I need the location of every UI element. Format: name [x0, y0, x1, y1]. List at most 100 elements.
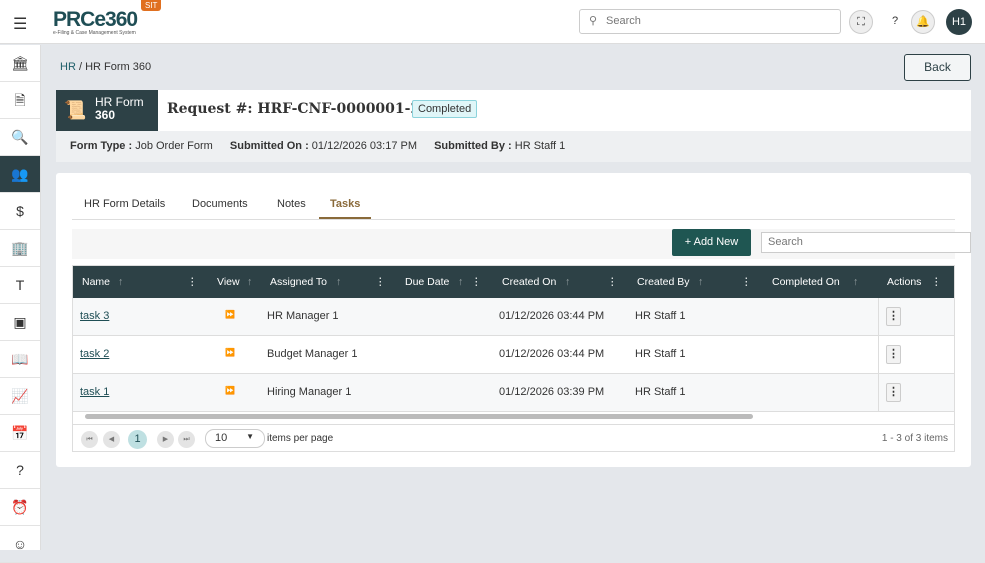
prev-page-icon[interactable]: ◀ — [103, 431, 120, 448]
status-badge: Completed — [412, 100, 478, 118]
chart-icon[interactable]: 📈 — [0, 378, 40, 415]
created-by: HR Staff 1 — [635, 310, 686, 322]
money-icon[interactable]: $ — [0, 193, 40, 230]
form-type-label: Form Type : — [70, 140, 133, 152]
assigned-to: Budget Manager 1 — [267, 348, 358, 360]
add-new-button[interactable]: + Add New — [672, 229, 751, 256]
content-card: HR Form Details Documents Notes Tasks + … — [56, 173, 971, 467]
building-icon[interactable]: 🏢 — [0, 230, 40, 267]
request-number: HRF-CNF-0000001-26 — [257, 101, 430, 117]
logo: PRCe360 — [53, 8, 138, 31]
submitted-on-label: Submitted On : — [229, 140, 309, 152]
avatar[interactable]: H1 — [946, 9, 972, 35]
breadcrumb-current: HR Form 360 — [85, 61, 152, 73]
menu-icon[interactable]: ☰ — [13, 14, 27, 34]
help-icon[interactable]: ? — [0, 452, 40, 489]
users-icon[interactable]: 👥 — [0, 156, 40, 193]
badge-line2: 360 — [95, 108, 116, 122]
request-label: Request #: — [167, 101, 253, 117]
col-view[interactable]: View — [217, 276, 240, 288]
view-icon[interactable]: ⏩ — [225, 310, 235, 319]
tabs: HR Form Details Documents Notes Tasks — [72, 192, 955, 220]
page-number[interactable]: 1 — [128, 430, 147, 449]
submitted-by: HR Staff 1 — [514, 140, 566, 152]
breadcrumb: HR / HR Form 360 — [60, 61, 152, 73]
row-actions-button[interactable]: ⋮ — [886, 345, 901, 364]
tab-tasks[interactable]: Tasks — [319, 198, 372, 219]
column-menu-icon[interactable]: ⋮ — [931, 276, 942, 288]
pager: ⏮ ◀ 1 ▶ ⏭ 10 ▼ items per page 1 - 3 of 3 … — [73, 424, 954, 452]
row-actions-button[interactable]: ⋮ — [886, 383, 901, 402]
certificate-icon: 📜 — [64, 100, 87, 120]
task-link[interactable]: task 2 — [80, 348, 109, 360]
submitted-on: 01/12/2026 03:17 PM — [311, 140, 417, 152]
alarm-icon[interactable]: ⏰ — [0, 489, 40, 526]
row-actions-button[interactable]: ⋮ — [886, 307, 901, 326]
col-name[interactable]: Name — [82, 276, 110, 288]
col-created-by[interactable]: Created By — [637, 276, 690, 288]
col-due-date[interactable]: Due Date — [405, 276, 449, 288]
created-on: 01/12/2026 03:44 PM — [499, 310, 605, 322]
search-document-icon[interactable]: 🔍 — [0, 119, 40, 156]
last-page-icon[interactable]: ⏭ — [178, 431, 195, 448]
top-bar: ☰ PRCe360 e-Filing & Case Management Sys… — [0, 0, 985, 44]
breadcrumb-hr[interactable]: HR — [60, 61, 76, 73]
help-icon[interactable]: ? — [883, 10, 907, 34]
tab-notes[interactable]: Notes — [277, 198, 306, 210]
column-menu-icon[interactable]: ⋮ — [741, 276, 752, 288]
task-link[interactable]: task 1 — [80, 386, 109, 398]
page-size: 10 — [215, 432, 228, 444]
col-assigned-to[interactable]: Assigned To — [270, 276, 327, 288]
table-row: task 1 ⏩ Hiring Manager 1 01/12/2026 03:… — [73, 374, 954, 412]
form-header: 📜 HR Form 360 Request #: HRF-CNF-0000001-… — [56, 90, 971, 162]
column-menu-icon[interactable]: ⋮ — [375, 276, 386, 288]
form-badge: 📜 HR Form 360 — [56, 90, 158, 131]
view-icon[interactable]: ⏩ — [225, 348, 235, 357]
col-actions[interactable]: Actions — [887, 276, 921, 288]
created-by: HR Staff 1 — [635, 348, 686, 360]
tab-hr-form-details[interactable]: HR Form Details — [84, 198, 165, 210]
scan-icon[interactable]: ▣ — [0, 304, 40, 341]
fullscreen-icon[interactable]: ⛶ — [849, 10, 873, 34]
env-badge: SIT — [141, 0, 162, 11]
column-menu-icon[interactable]: ⋮ — [471, 276, 482, 288]
view-icon[interactable]: ⏩ — [225, 386, 235, 395]
column-menu-icon[interactable]: ⋮ — [607, 276, 618, 288]
text-icon[interactable]: T — [0, 267, 40, 304]
document-icon[interactable]: 🗎 — [0, 82, 40, 119]
request-title: Request #: HRF-CNF-0000001-26 — [167, 101, 430, 117]
task-link[interactable]: task 3 — [80, 310, 109, 322]
book-icon[interactable]: 📖 — [0, 341, 40, 378]
assigned-to: Hiring Manager 1 — [267, 386, 352, 398]
first-page-icon[interactable]: ⏮ — [81, 431, 98, 448]
calendar-icon[interactable]: 📅 — [0, 415, 40, 452]
chevron-down-icon: ▼ — [246, 432, 254, 441]
tasks-grid: Name ↑ ⋮ View ↑ Assigned To ↑ ⋮ Due Date ↑ ⋮ Cr… — [72, 265, 955, 452]
next-page-icon[interactable]: ▶ — [157, 431, 174, 448]
grid-toolbar: + Add New Search — [72, 229, 971, 259]
user-icon[interactable]: ☺ — [0, 526, 40, 563]
search-placeholder: Search — [606, 15, 641, 27]
tab-documents[interactable]: Documents — [192, 198, 248, 210]
search-input[interactable]: ⚲ Search — [579, 9, 841, 34]
table-row: task 3 ⏩ HR Manager 1 01/12/2026 03:44 P… — [73, 298, 954, 336]
grid-body: task 3 ⏩ HR Manager 1 01/12/2026 03:44 P… — [73, 298, 954, 412]
col-created-on[interactable]: Created On — [502, 276, 556, 288]
grid-header: Name ↑ ⋮ View ↑ Assigned To ↑ ⋮ Due Date ↑ ⋮ Cr… — [73, 266, 954, 298]
form-type: Job Order Form — [135, 140, 213, 152]
horizontal-scrollbar[interactable] — [73, 412, 954, 422]
assigned-to: HR Manager 1 — [267, 310, 339, 322]
bank-icon[interactable]: 🏛 — [0, 45, 40, 82]
page-size-select[interactable]: 10 ▼ — [205, 429, 265, 448]
column-menu-icon[interactable]: ⋮ — [187, 276, 198, 288]
grid-search-input[interactable]: Search — [761, 232, 971, 253]
per-page-label: items per page — [267, 433, 334, 444]
created-on: 01/12/2026 03:44 PM — [499, 348, 605, 360]
back-button[interactable]: Back — [904, 54, 971, 81]
sidebar: 🏛 🗎 🔍 👥 $ 🏢 T ▣ 📖 📈 📅 ? ⏰ ☺ — [0, 45, 41, 563]
col-completed-on[interactable]: Completed On — [772, 276, 840, 288]
submitted-by-label: Submitted By : — [434, 140, 512, 152]
form-meta: Form Type : Job Order Form Submitted On … — [56, 131, 971, 162]
logo-subtitle: e-Filing & Case Management System — [53, 30, 136, 36]
bell-icon[interactable]: 🔔 — [911, 10, 935, 34]
